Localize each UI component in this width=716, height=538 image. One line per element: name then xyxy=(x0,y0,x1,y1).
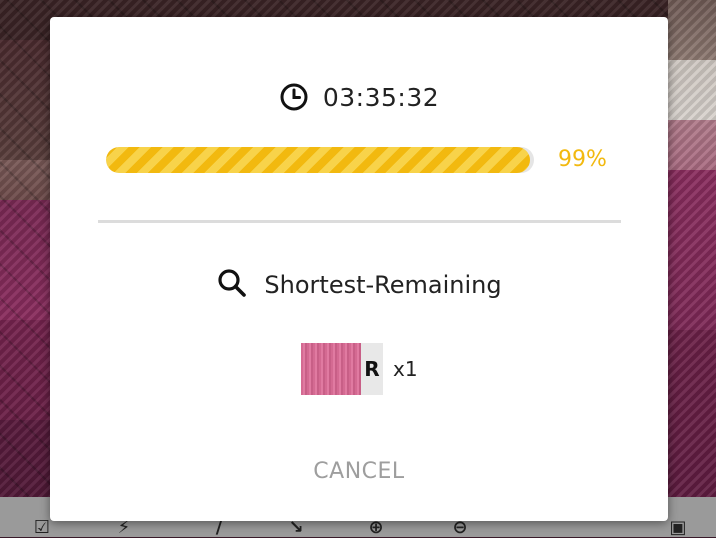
needle-icon[interactable]: ∕ xyxy=(205,519,233,537)
thread-count: x1 xyxy=(393,357,418,381)
progress-bar xyxy=(106,147,534,173)
needle-icon[interactable]: ↘ xyxy=(282,519,310,537)
zoom-out-icon[interactable]: ⊖ xyxy=(446,519,474,537)
thread-item: R x1 xyxy=(301,343,418,395)
bolt-icon[interactable]: ⚡ xyxy=(110,519,138,537)
sort-mode-label: Shortest-Remaining xyxy=(264,271,502,299)
sort-mode-row[interactable]: Shortest-Remaining xyxy=(50,267,668,303)
canvas-background-right xyxy=(668,0,716,537)
cancel-row: CANCEL xyxy=(50,453,668,489)
thread-symbol: R xyxy=(361,343,383,395)
cancel-button[interactable]: CANCEL xyxy=(301,455,416,488)
thread-color-swatch xyxy=(301,343,361,395)
progress-dialog: 03:35:32 99% Shortest-Remaining R x1 CAN… xyxy=(50,17,668,521)
divider xyxy=(98,220,621,223)
elapsed-time: 03:35:32 xyxy=(322,82,440,112)
frame-icon[interactable]: ▣ xyxy=(664,519,692,537)
progress-fill xyxy=(106,147,530,173)
timer-row: 03:35:32 xyxy=(50,79,668,115)
checkbox-icon[interactable]: ☑ xyxy=(28,519,56,537)
zoom-in-icon[interactable]: ⊕ xyxy=(362,519,390,537)
search-icon xyxy=(216,267,248,303)
clock-icon xyxy=(279,82,309,112)
progress-percent: 99% xyxy=(558,147,607,172)
